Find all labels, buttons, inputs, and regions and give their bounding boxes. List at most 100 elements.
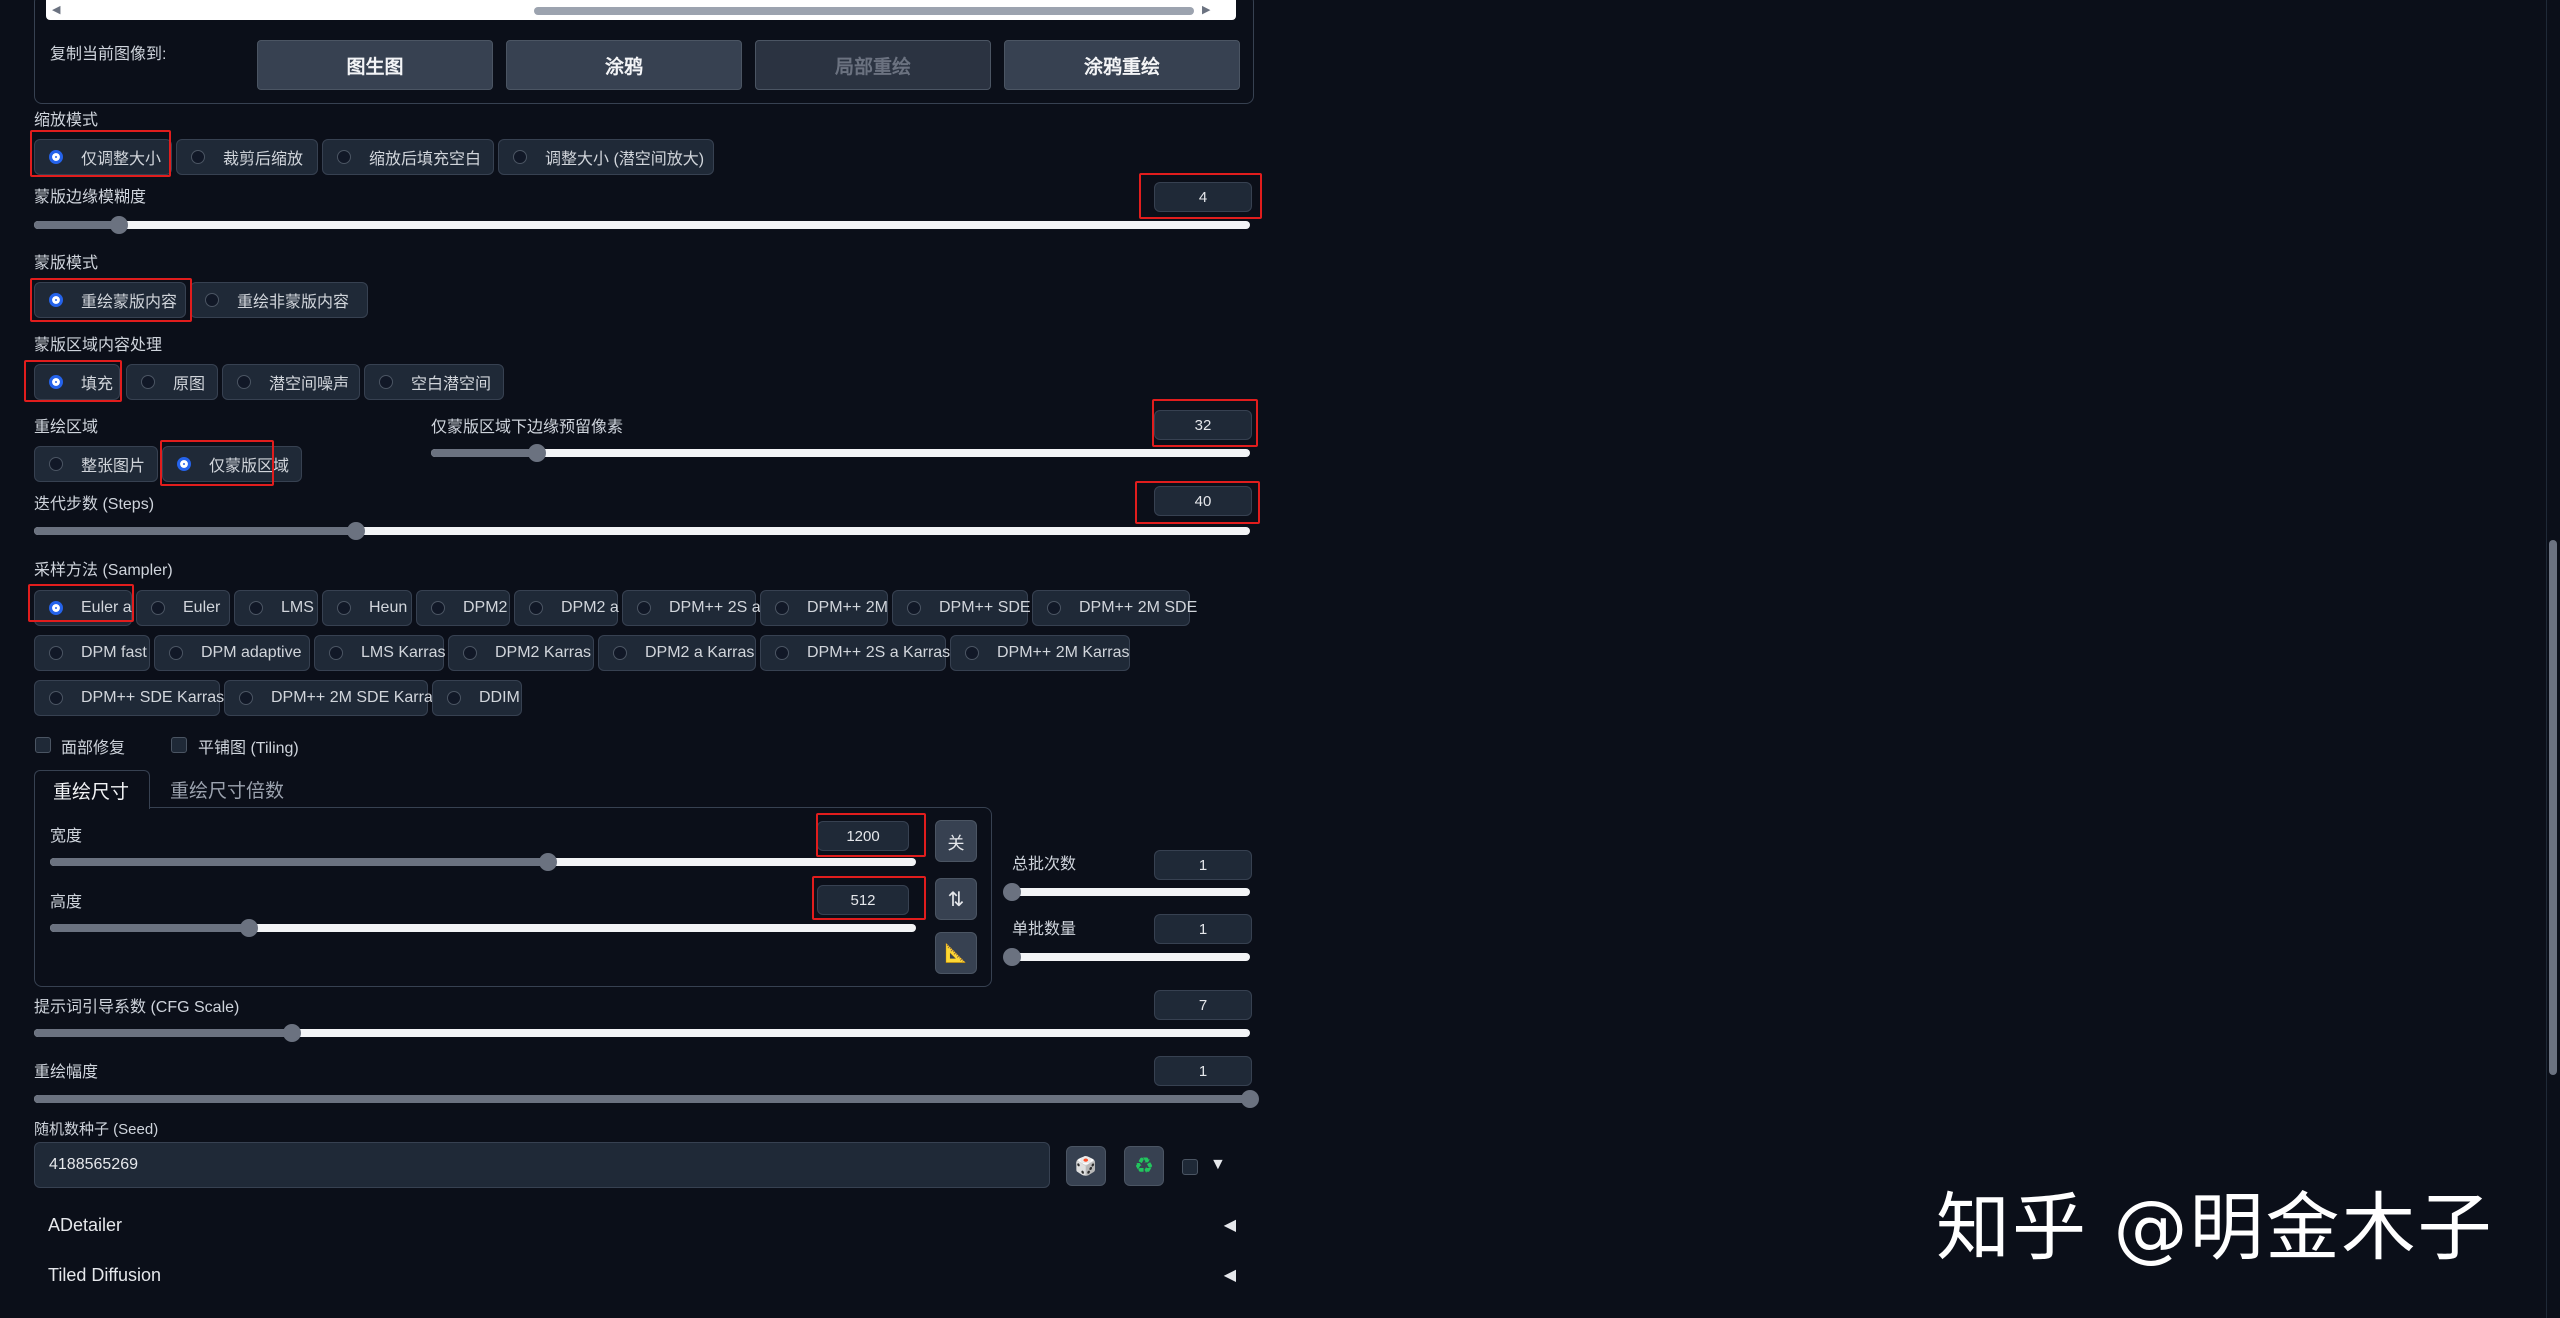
sampler-option-dpm2-a-karras[interactable]: DPM2 a Karras xyxy=(598,635,756,671)
radio-dot xyxy=(463,646,477,660)
highlight-box xyxy=(160,440,274,486)
tiled-diffusion-accordion[interactable]: Tiled Diffusion ◀ xyxy=(34,1255,1252,1295)
slider-thumb[interactable] xyxy=(528,444,547,462)
height-label: 高度 xyxy=(50,894,83,911)
denoising-label: 重绘幅度 xyxy=(34,1064,99,1081)
masked-content-option-latent-noise[interactable]: 潜空间噪声 xyxy=(222,364,360,400)
sampler-option-dpm2-karras[interactable]: DPM2 Karras xyxy=(448,635,594,671)
tab-resize-by[interactable]: 重绘尺寸倍数 xyxy=(170,776,284,803)
slider-fill xyxy=(431,449,538,457)
sampler-option-dpm-sde-karras[interactable]: DPM++ SDE Karras xyxy=(34,680,224,716)
radio-dot xyxy=(431,601,445,615)
masked-content-option-latent-nothing[interactable]: 空白潜空间 xyxy=(364,364,504,400)
sampler-option-dpm-sde[interactable]: DPM++ SDE xyxy=(892,590,1031,626)
denoising-number[interactable]: 1 xyxy=(1154,1056,1252,1086)
masked-content-option-original[interactable]: 原图 xyxy=(126,364,218,400)
radio-dot xyxy=(49,457,63,471)
cfg-scale-slider[interactable] xyxy=(34,1024,1250,1042)
sampler-option-dpm-2s-a[interactable]: DPM++ 2S a xyxy=(622,590,761,626)
steps-slider[interactable] xyxy=(34,522,1250,540)
radio-dot xyxy=(1047,601,1061,615)
seed-label: 随机数种子 (Seed) xyxy=(34,1121,159,1138)
padding-slider[interactable] xyxy=(431,444,1250,462)
mask-blur-slider[interactable] xyxy=(34,216,1250,234)
tiling-checkbox[interactable] xyxy=(171,737,187,753)
radio-dot xyxy=(191,150,205,164)
resize-mode-label: 缩放模式 xyxy=(34,112,99,129)
sampler-option-lms[interactable]: LMS xyxy=(234,590,318,626)
denoising-slider[interactable] xyxy=(34,1090,1259,1108)
slider-thumb[interactable] xyxy=(1241,1090,1259,1108)
resize-mode-option-latent-upscale[interactable]: 调整大小 (潜空间放大) xyxy=(498,139,714,175)
sampler-option-dpm2[interactable]: DPM2 xyxy=(416,590,510,626)
ratio-icon[interactable]: 📐 xyxy=(935,932,977,974)
sampler-option-dpm-2m-sde[interactable]: DPM++ 2M SDE xyxy=(1032,590,1197,626)
scroll-right-icon[interactable]: ▶ xyxy=(1202,3,1210,16)
batch-count-slider[interactable] xyxy=(1003,883,1250,901)
mask-mode-label: 蒙版模式 xyxy=(34,255,99,272)
send-to-sketch-button[interactable]: 涂鸦 xyxy=(506,40,742,90)
dice-icon[interactable]: 🎲 xyxy=(1066,1146,1106,1186)
vertical-scrollbar-thumb[interactable] xyxy=(2549,540,2557,1075)
width-slider[interactable] xyxy=(50,853,916,871)
resize-mode-option-crop[interactable]: 裁剪后缩放 xyxy=(176,139,318,175)
slider-thumb[interactable] xyxy=(1003,948,1021,966)
slider-thumb[interactable] xyxy=(110,216,129,234)
slider-thumb[interactable] xyxy=(282,1024,301,1042)
tab-resize-to[interactable]: 重绘尺寸 xyxy=(34,770,150,809)
tiling-label: 平铺图 (Tiling) xyxy=(198,740,299,757)
sampler-option-dpm-adaptive[interactable]: DPM adaptive xyxy=(154,635,310,671)
batch-size-number[interactable]: 1 xyxy=(1154,914,1252,944)
radio-dot xyxy=(907,601,921,615)
resize-mode-option-fill[interactable]: 缩放后填充空白 xyxy=(322,139,494,175)
radio-dot xyxy=(337,601,351,615)
face-restore-checkbox[interactable] xyxy=(35,737,51,753)
send-to-inpaint-sketch-button[interactable]: 涂鸦重绘 xyxy=(1004,40,1240,90)
radio-dot xyxy=(169,646,183,660)
height-slider[interactable] xyxy=(50,919,916,937)
mask-mode-option-inpaint-not-masked[interactable]: 重绘非蒙版内容 xyxy=(190,282,368,318)
adetailer-accordion[interactable]: ADetailer ◀ xyxy=(34,1205,1252,1245)
sampler-label: 采样方法 (Sampler) xyxy=(34,562,173,579)
sampler-option-lms-karras[interactable]: LMS Karras xyxy=(314,635,445,671)
inpaint-area-option-whole-picture[interactable]: 整张图片 xyxy=(34,446,158,482)
extra-seed-checkbox[interactable] xyxy=(1182,1159,1198,1175)
radio-dot xyxy=(237,375,251,389)
slider-thumb[interactable] xyxy=(347,522,366,540)
radio-dot xyxy=(337,150,351,164)
radio-dot xyxy=(151,601,165,615)
send-to-inpaint-button[interactable]: 局部重绘 xyxy=(755,40,991,90)
sampler-option-ddim[interactable]: DDIM xyxy=(432,680,522,716)
sampler-option-heun[interactable]: Heun xyxy=(322,590,412,626)
radio-dot xyxy=(379,375,393,389)
sampler-option-dpm-2m[interactable]: DPM++ 2M xyxy=(760,590,888,626)
seed-input[interactable]: 4188565269 xyxy=(34,1142,1050,1188)
radio-dot xyxy=(529,601,543,615)
radio-dot xyxy=(205,293,219,307)
recycle-icon[interactable]: ♻ xyxy=(1124,1146,1164,1186)
mask-blur-label: 蒙版边缘模糊度 xyxy=(34,189,147,206)
radio-dot xyxy=(613,646,627,660)
sampler-option-dpm2-a[interactable]: DPM2 a xyxy=(514,590,619,626)
slider-thumb[interactable] xyxy=(1003,883,1021,901)
radio-dot xyxy=(49,646,63,660)
extra-toggle-icon[interactable]: ▼ xyxy=(1210,1156,1226,1174)
width-label: 宽度 xyxy=(50,828,83,845)
sampler-option-dpm-2m-sde-karras[interactable]: DPM++ 2M SDE Karras xyxy=(224,680,441,716)
slider-thumb[interactable] xyxy=(538,853,557,871)
batch-count-number[interactable]: 1 xyxy=(1154,850,1252,880)
horizontal-scrollbar[interactable] xyxy=(534,7,1194,15)
scroll-left-icon[interactable]: ◀ xyxy=(52,3,60,16)
sampler-option-dpm-2s-a-karras[interactable]: DPM++ 2S a Karras xyxy=(760,635,950,671)
batch-size-slider[interactable] xyxy=(1003,948,1250,966)
sampler-option-dpm-2m-karras[interactable]: DPM++ 2M Karras xyxy=(950,635,1130,671)
highlight-box xyxy=(24,360,122,402)
highlight-box xyxy=(30,278,192,322)
send-to-img2img-button[interactable]: 图生图 xyxy=(257,40,493,90)
highlight-box xyxy=(1135,481,1260,524)
sampler-option-dpm-fast[interactable]: DPM fast xyxy=(34,635,150,671)
close-icon[interactable]: 关 xyxy=(935,820,977,862)
swap-icon[interactable]: ⇅ xyxy=(935,878,977,920)
cfg-scale-number[interactable]: 7 xyxy=(1154,990,1252,1020)
sampler-option-euler[interactable]: Euler xyxy=(136,590,230,626)
